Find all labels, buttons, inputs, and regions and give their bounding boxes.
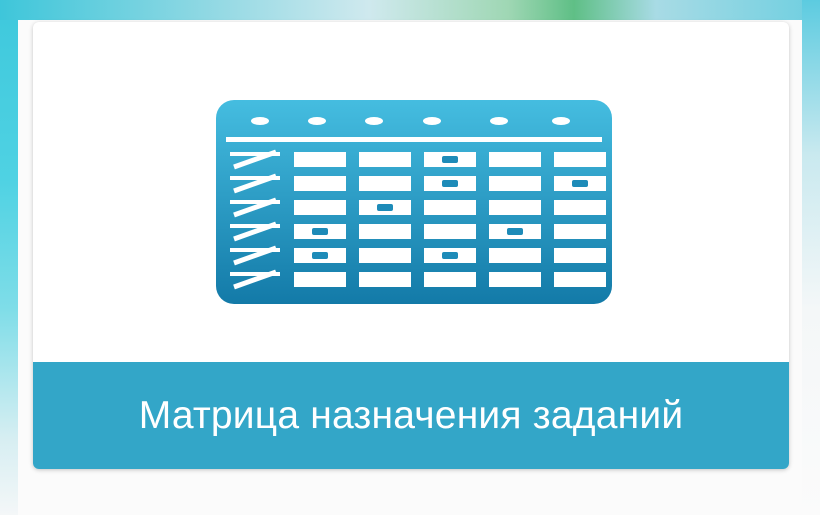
background-top-edge bbox=[0, 0, 820, 20]
background-right-edge bbox=[802, 0, 820, 515]
matrix-cell bbox=[359, 248, 411, 263]
matrix-cell bbox=[359, 224, 411, 239]
matrix-cell bbox=[489, 176, 541, 191]
matrix-cell-mark bbox=[442, 180, 458, 187]
matrix-cell-mark bbox=[572, 180, 588, 187]
matrix-cell bbox=[294, 176, 346, 191]
matrix-cell bbox=[554, 200, 606, 215]
matrix-cell bbox=[554, 248, 606, 263]
matrix-cell bbox=[294, 272, 346, 287]
matrix-cell-mark bbox=[312, 252, 328, 259]
matrix-cell bbox=[359, 152, 411, 167]
tile-footer: Матрица назначения заданий bbox=[33, 362, 789, 469]
matrix-cell bbox=[489, 248, 541, 263]
matrix-cell-mark bbox=[442, 252, 458, 259]
matrix-cell bbox=[489, 272, 541, 287]
matrix-cell bbox=[424, 224, 476, 239]
matrix-cell bbox=[489, 152, 541, 167]
matrix-cell-mark bbox=[312, 228, 328, 235]
tile-title: Матрица назначения заданий bbox=[138, 393, 684, 437]
matrix-cell bbox=[359, 176, 411, 191]
matrix-cell bbox=[554, 224, 606, 239]
matrix-cell bbox=[554, 272, 606, 287]
background-left-edge bbox=[0, 0, 18, 515]
matrix-cell-mark bbox=[507, 228, 523, 235]
matrix-cell bbox=[359, 272, 411, 287]
matrix-cell bbox=[424, 272, 476, 287]
matrix-cell-mark bbox=[442, 156, 458, 163]
matrix-cell bbox=[294, 200, 346, 215]
task-matrix-table-icon bbox=[216, 100, 612, 304]
task-matrix-tile[interactable]: Матрица назначения заданий bbox=[33, 22, 789, 469]
matrix-cell bbox=[424, 200, 476, 215]
matrix-cell bbox=[489, 200, 541, 215]
tile-icon-area bbox=[33, 22, 789, 362]
matrix-cell-mark bbox=[377, 204, 393, 211]
matrix-cell bbox=[554, 152, 606, 167]
matrix-cell bbox=[294, 152, 346, 167]
